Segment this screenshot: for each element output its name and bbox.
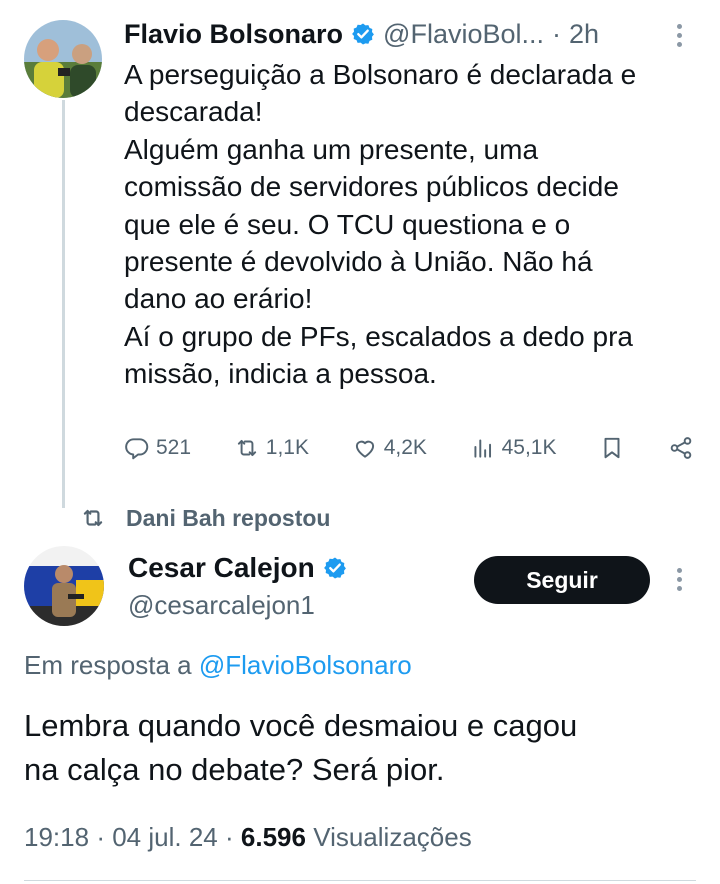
separator-dot: ·	[224, 822, 234, 852]
reply-prefix: Em resposta a	[24, 650, 192, 680]
tweet-header: Flavio Bolsonaro @FlavioBol... · 2h	[124, 16, 599, 52]
avatar-image	[24, 20, 102, 98]
follow-button[interactable]: Seguir	[474, 556, 650, 604]
author-name[interactable]: Flavio Bolsonaro	[124, 19, 343, 50]
share-button[interactable]	[668, 435, 694, 461]
tweet-meta: 19:18 · 04 jul. 24 · 6.596 Visualizações	[24, 822, 472, 853]
bookmark-icon	[604, 437, 620, 459]
avatar-cesar[interactable]	[24, 546, 104, 626]
share-icon	[670, 437, 692, 459]
divider	[24, 880, 696, 881]
main-tweet-header: Cesar Calejon	[128, 548, 347, 588]
like-button[interactable]: 4,2K	[352, 435, 427, 461]
author-name[interactable]: Cesar Calejon	[128, 552, 315, 584]
heart-icon	[355, 440, 374, 458]
avatar-image	[24, 546, 104, 626]
verified-badge-icon	[323, 557, 346, 579]
analytics-icon	[474, 439, 491, 458]
repost-count: 1,1K	[265, 436, 309, 459]
verified-badge-icon	[352, 23, 374, 45]
more-options-icon[interactable]	[676, 24, 682, 47]
author-handle[interactable]: @FlavioBol...	[383, 19, 544, 50]
main-tweet-text: Lembra quando você desmaiou e cagou na c…	[24, 708, 578, 787]
tweet-time[interactable]: 19:18	[24, 822, 89, 852]
reply-to-link[interactable]: @FlavioBolsonaro	[199, 650, 412, 680]
views-label: Visualizações	[313, 822, 472, 852]
tweet-date[interactable]: 04 jul. 24	[112, 822, 218, 852]
tweet-text: A perseguição a Bolsonaro é declarada e …	[124, 59, 637, 390]
separator-dot: ·	[552, 18, 562, 49]
avatar-flavio[interactable]	[24, 20, 102, 98]
views-count: 45,1K	[501, 436, 557, 459]
more-options-icon[interactable]	[676, 568, 682, 591]
repost-button[interactable]: 1,1K	[234, 435, 309, 461]
repost-icon	[83, 509, 103, 527]
bookmark-button[interactable]	[599, 435, 625, 461]
repost-banner[interactable]: Dani Bah repostou	[80, 500, 330, 536]
reply-count: 521	[156, 436, 192, 459]
views-count: 6.596	[240, 822, 306, 852]
separator-dot: ·	[96, 822, 105, 852]
reply-context: Em resposta a @FlavioBolsonaro	[24, 650, 412, 681]
reply-icon	[125, 438, 149, 460]
like-count: 4,2K	[383, 436, 427, 459]
thread-connector-line	[62, 100, 65, 508]
tweet-actions: 521 1,1K 4,2K 45,1K	[124, 430, 694, 466]
author-handle[interactable]: @cesarcalejon1	[128, 590, 315, 621]
repost-banner-text: Dani Bah repostou	[126, 504, 331, 531]
tweet-time[interactable]: 2h	[569, 19, 599, 50]
reply-button[interactable]: 521	[124, 435, 191, 461]
views-button[interactable]: 45,1K	[470, 435, 557, 461]
repost-icon	[237, 439, 256, 457]
